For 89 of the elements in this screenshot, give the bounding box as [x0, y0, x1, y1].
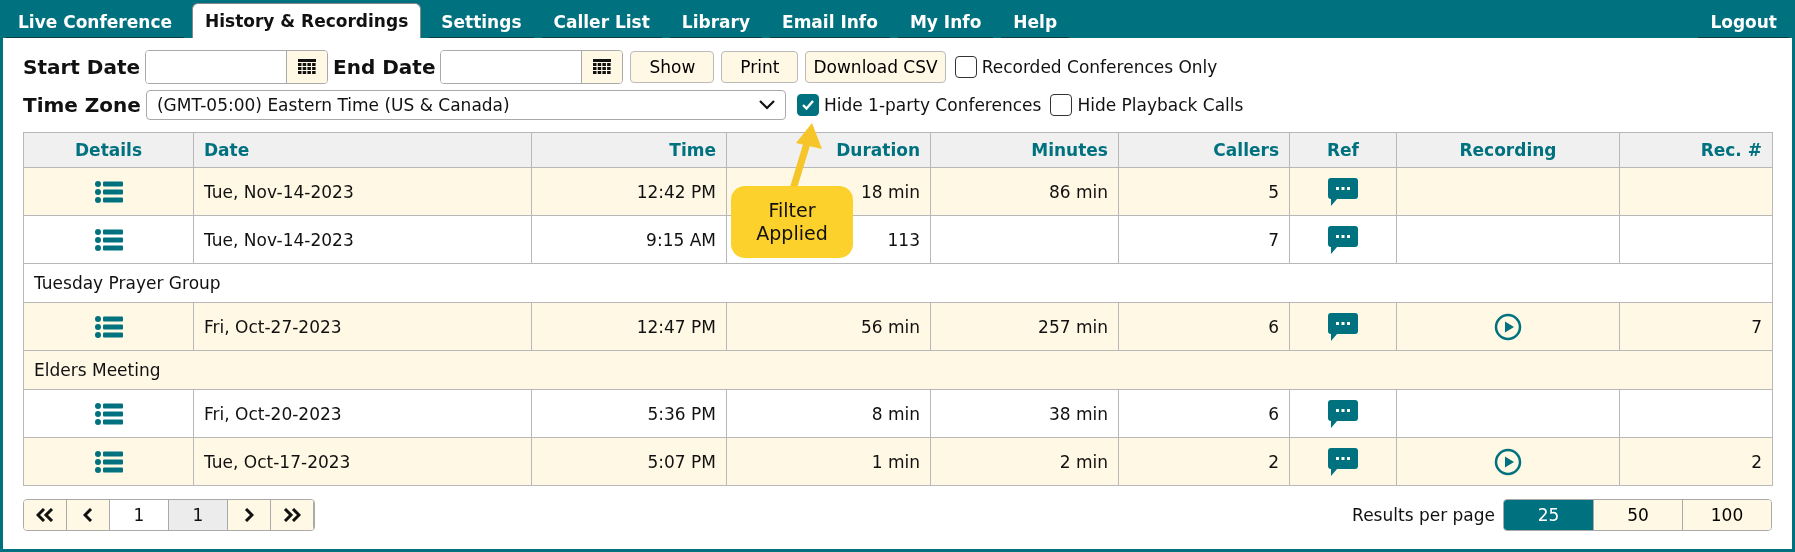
column-header[interactable]: Date: [193, 132, 532, 168]
table-cell: 12:47 PM: [531, 302, 727, 351]
table-cell: 56 min: [726, 302, 931, 351]
last-page-button[interactable]: [271, 500, 314, 530]
logout-tab[interactable]: Logout: [1698, 6, 1789, 38]
column-header[interactable]: Callers: [1118, 132, 1290, 168]
column-header[interactable]: Ref: [1289, 132, 1397, 168]
table-cell: Fri, Oct-27-2023: [193, 302, 532, 351]
column-header[interactable]: Duration: [726, 132, 931, 168]
calendar-icon[interactable]: [593, 59, 612, 75]
page-size-option[interactable]: 100: [1682, 500, 1771, 530]
calendar-icon[interactable]: [298, 59, 317, 75]
double-chevron-right-icon: [283, 508, 301, 522]
column-header[interactable]: Details: [23, 132, 194, 168]
play-icon[interactable]: [1494, 447, 1522, 476]
time-zone-label: Time Zone: [23, 93, 141, 117]
double-chevron-left-icon: [36, 508, 54, 522]
table-cell: 2: [1118, 437, 1290, 486]
chevron-left-icon: [83, 508, 93, 522]
page-size-option[interactable]: 50: [1593, 500, 1682, 530]
page-size-option[interactable]: 25: [1504, 500, 1593, 530]
nav-tab[interactable]: My Info: [897, 6, 994, 38]
table-cell: 5:07 PM: [531, 437, 727, 486]
table-cell: 7: [1619, 302, 1773, 351]
group-title: Tuesday Prayer Group: [23, 263, 1773, 303]
list-icon[interactable]: [94, 450, 123, 473]
table-cell: Fri, Oct-20-2023: [193, 389, 532, 438]
check-icon: [800, 99, 815, 111]
filter-button[interactable]: Download CSV: [805, 51, 946, 83]
list-icon[interactable]: [94, 315, 123, 338]
table-cell: 7: [1118, 215, 1290, 264]
filter-button[interactable]: Print: [721, 51, 799, 83]
group-title: Elders Meeting: [23, 350, 1773, 390]
column-header[interactable]: Recording: [1396, 132, 1620, 168]
nav-tab[interactable]: Live Conference: [6, 6, 184, 38]
table-cell: 8 min: [726, 389, 931, 438]
end-date-label: End Date: [333, 55, 436, 79]
checkbox-label: Hide 1-party Conferences: [823, 95, 1042, 115]
column-header[interactable]: Time: [531, 132, 727, 168]
next-page-button[interactable]: [228, 500, 271, 530]
filter-button[interactable]: Show: [630, 51, 715, 83]
nav-tab[interactable]: Settings: [429, 6, 534, 38]
results-per-page-label: Results per page: [1352, 505, 1495, 525]
column-header[interactable]: Minutes: [930, 132, 1119, 168]
table-cell: 257 min: [930, 302, 1119, 351]
table-cell: 6: [1118, 302, 1290, 351]
table-cell: 86 min: [930, 167, 1119, 216]
previous-page-button[interactable]: [67, 500, 110, 530]
time-zone-select[interactable]: (GMT-05:00) Eastern Time (US & Canada): [145, 90, 786, 120]
comment-icon[interactable]: [1328, 312, 1358, 341]
nav-tab[interactable]: Email Info: [770, 6, 890, 38]
callout: Filter Applied: [731, 186, 853, 258]
table-cell: Tue, Oct-17-2023: [193, 437, 532, 486]
checkbox[interactable]: [954, 56, 977, 78]
end-date-field[interactable]: [440, 50, 624, 84]
chevron-right-icon: [244, 508, 254, 522]
table-cell: 5:36 PM: [531, 389, 727, 438]
table-cell: 38 min: [930, 389, 1119, 438]
list-icon[interactable]: [94, 402, 123, 425]
table-cell: 12:42 PM: [531, 167, 727, 216]
comment-icon[interactable]: [1328, 225, 1358, 254]
table-cell: 1 min: [726, 437, 931, 486]
nav-tab[interactable]: Help: [1001, 6, 1070, 38]
comment-icon[interactable]: [1328, 177, 1358, 206]
nav-tab[interactable]: History & Recordings: [192, 3, 422, 38]
play-icon[interactable]: [1494, 312, 1522, 341]
checkbox[interactable]: [796, 94, 819, 116]
start-date-field[interactable]: [145, 50, 329, 84]
checkbox-label: Hide Playback Calls: [1077, 95, 1244, 115]
nav-tab[interactable]: Library: [669, 6, 762, 38]
page-total: 1: [169, 500, 228, 530]
table-cell: 6: [1118, 389, 1290, 438]
checkbox[interactable]: [1050, 94, 1073, 116]
comment-icon[interactable]: [1328, 447, 1358, 476]
table-cell: Tue, Nov-14-2023: [193, 167, 532, 216]
table-cell: 2 min: [930, 437, 1119, 486]
checkbox-label: Recorded Conferences Only: [981, 57, 1218, 77]
chevron-down-icon: [758, 100, 775, 110]
start-date-label: Start Date: [23, 55, 141, 79]
nav-tab[interactable]: Caller List: [541, 6, 662, 38]
column-header[interactable]: Rec. #: [1619, 132, 1773, 168]
comment-icon[interactable]: [1328, 399, 1358, 428]
first-page-button[interactable]: [24, 500, 67, 530]
table-cell: 5: [1118, 167, 1290, 216]
table-cell: 9:15 AM: [531, 215, 727, 264]
list-icon[interactable]: [94, 180, 123, 203]
table-cell: 2: [1619, 437, 1773, 486]
list-icon[interactable]: [94, 228, 123, 251]
table-cell: Tue, Nov-14-2023: [193, 215, 532, 264]
